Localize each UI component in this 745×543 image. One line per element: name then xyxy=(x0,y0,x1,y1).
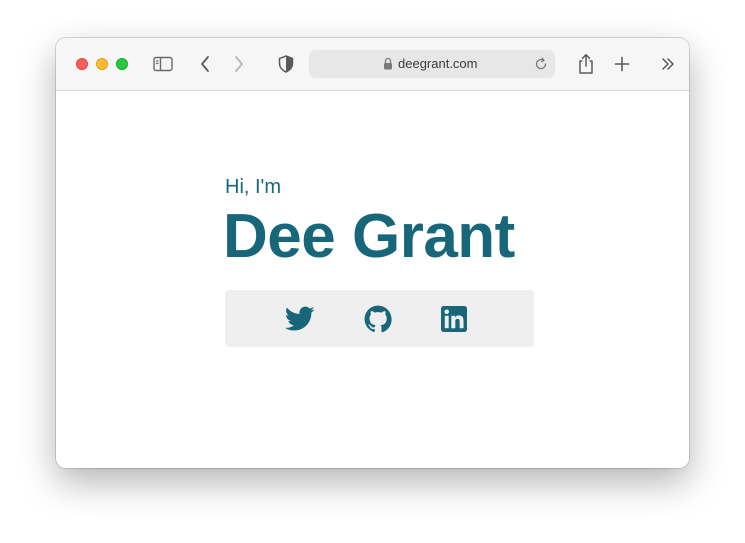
twitter-icon xyxy=(285,306,315,331)
share-icon xyxy=(579,54,593,74)
browser-toolbar: deegrant.com xyxy=(56,38,689,91)
page-content: Hi, I'm Dee Grant xyxy=(56,91,689,468)
page-title: Dee Grant xyxy=(223,202,515,271)
social-links-bar xyxy=(225,290,534,347)
address-bar[interactable]: deegrant.com xyxy=(309,50,555,78)
browser-window: deegrant.com Hi, I'm Dee Grant xyxy=(56,38,689,468)
share-button[interactable] xyxy=(575,52,597,76)
toolbar-overflow-button[interactable] xyxy=(657,54,679,74)
maximize-window-button[interactable] xyxy=(116,58,128,70)
new-tab-button[interactable] xyxy=(611,53,633,75)
minimize-window-button[interactable] xyxy=(96,58,108,70)
github-link[interactable] xyxy=(363,304,393,334)
chevron-left-icon xyxy=(201,56,209,72)
github-icon xyxy=(364,305,392,333)
plus-icon xyxy=(614,56,630,72)
twitter-link[interactable] xyxy=(285,304,315,334)
shield-icon xyxy=(278,55,294,73)
privacy-report-button[interactable] xyxy=(277,53,295,75)
linkedin-icon xyxy=(441,306,467,332)
back-button[interactable] xyxy=(196,54,214,74)
sidebar-icon xyxy=(153,56,173,72)
lock-icon xyxy=(384,57,392,70)
chevron-right-icon xyxy=(235,56,243,72)
greeting-text: Hi, I'm xyxy=(225,176,282,198)
double-chevron-right-icon xyxy=(662,58,674,70)
close-window-button[interactable] xyxy=(76,58,88,70)
sidebar-toggle-button[interactable] xyxy=(152,54,174,74)
address-url: deegrant.com xyxy=(398,56,478,71)
forward-button[interactable] xyxy=(230,54,248,74)
reload-icon[interactable] xyxy=(534,57,548,71)
linkedin-link[interactable] xyxy=(439,304,469,334)
